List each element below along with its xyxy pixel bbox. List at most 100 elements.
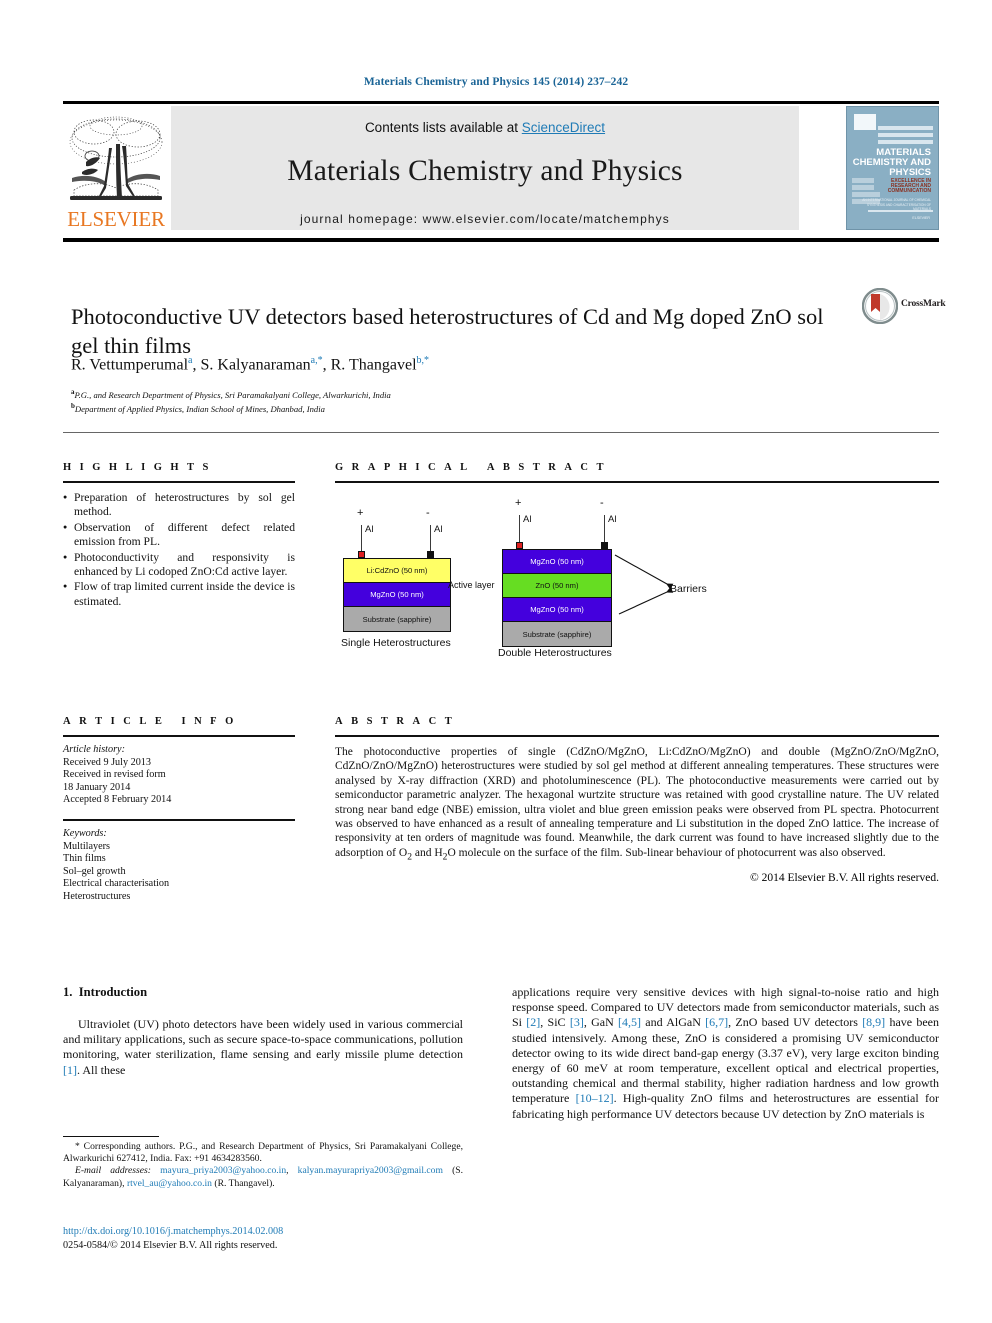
abstract-rule — [335, 735, 939, 737]
footnote-block: * Corresponding authors. P.G., and Resea… — [63, 1141, 463, 1190]
email-link-2[interactable]: kalyan.mayurapriya2003@gmail.com — [298, 1165, 443, 1176]
section-heading-introduction: 1. Introduction — [63, 985, 463, 1000]
single-layer-0: Li:CdZnO (50 nm) — [344, 559, 450, 583]
keyword-item: Thin films — [63, 853, 106, 865]
double-lead-wire-left — [519, 515, 521, 543]
article-history-item: Received in revised form — [63, 769, 166, 781]
article-page: Materials Chemistry and Physics 145 (201… — [0, 0, 992, 1323]
elsevier-logo: ELSEVIER — [64, 106, 168, 230]
crossmark-badge[interactable]: CrossMark — [862, 288, 946, 324]
abstract-column: A B S T R A C T The photoconductive prop… — [335, 700, 939, 884]
section-number: 1. — [63, 985, 73, 999]
sciencedirect-link[interactable]: ScienceDirect — [522, 120, 605, 135]
intro-paragraph-left: Ultraviolet (UV) photo detectors have be… — [63, 1017, 463, 1077]
email-addresses-label: E-mail addresses: — [75, 1165, 151, 1177]
email-owner-3: (R. Thangavel). — [214, 1177, 275, 1189]
article-history-item: Received 9 July 2013 — [63, 756, 151, 768]
single-electrode-label-right: Al — [434, 524, 443, 535]
graphical-abstract-rule — [335, 481, 939, 483]
keywords-label: Keywords: — [63, 827, 107, 839]
corresponding-author-note: * Corresponding authors. P.G., and Resea… — [63, 1141, 463, 1165]
single-lead-wire-left — [361, 525, 363, 552]
highlights-rule — [63, 481, 295, 483]
body-column-left: 1. Introduction Ultraviolet (UV) photo d… — [63, 985, 463, 1078]
crossmark-label: CrossMark — [901, 299, 946, 309]
doi-link[interactable]: http://dx.doi.org/10.1016/j.matchemphys.… — [63, 1225, 483, 1239]
single-minus-sign: - — [426, 507, 430, 519]
article-history: Article history: Received 9 July 2013 Re… — [63, 744, 295, 807]
article-info-heading: A R T I C L E I N F O — [63, 716, 237, 727]
abstract-copyright: © 2014 Elsevier B.V. All rights reserved… — [750, 871, 939, 884]
cover-publisher-mark — [854, 114, 876, 130]
cover-footer-mark: ELSEVIER — [912, 216, 930, 220]
double-electrode-label-left: Al — [523, 514, 532, 525]
email-link-1[interactable]: mayura_priya2003@yahoo.co.in — [160, 1165, 286, 1176]
elsevier-wordmark: ELSEVIER — [67, 207, 165, 231]
affiliation-text-b: Department of Applied Physics, Indian Sc… — [74, 403, 325, 414]
single-heterostructure-caption: Single Heterostructures — [341, 637, 451, 649]
elsevier-tree-icon — [69, 116, 163, 200]
double-layer-3: Substrate (sapphire) — [503, 622, 611, 646]
running-head: Materials Chemistry and Physics 145 (201… — [363, 76, 629, 88]
double-lead-wire-right — [604, 515, 606, 543]
affiliations: aP.G., and Research Department of Physic… — [71, 387, 871, 415]
list-item: Photoconductivity and responsivity is en… — [63, 550, 295, 580]
barriers-label: Barriers — [670, 583, 707, 595]
single-lead-wire-right — [430, 525, 432, 552]
single-layer-2: Substrate (sapphire) — [344, 607, 450, 631]
keywords-rule — [63, 818, 295, 821]
double-electrode-label-right: Al — [608, 514, 617, 525]
double-layer-0: MgZnO (50 nm) — [503, 550, 611, 574]
footnote-divider — [63, 1136, 159, 1138]
double-plus-sign: + — [515, 497, 522, 509]
journal-title: Materials Chemistry and Physics — [287, 155, 683, 187]
double-heterostructure-stack: MgZnO (50 nm) ZnO (50 nm) MgZnO (50 nm) … — [502, 549, 612, 647]
double-contact-pad-left — [516, 542, 523, 549]
double-layer-2: MgZnO (50 nm) — [503, 598, 611, 622]
banner-top-rule — [63, 101, 939, 104]
keyword-item: Heterostructures — [63, 890, 131, 902]
single-electrode-label-left: Al — [365, 524, 374, 535]
author-name-1: R. Vettumperumal — [71, 356, 189, 374]
issn-copyright-line: 0254-0584/© 2014 Elsevier B.V. All right… — [63, 1239, 278, 1251]
journal-homepage-link[interactable]: journal homepage: www.elsevier.com/locat… — [300, 212, 670, 226]
page-title: Photoconductive UV detectors based heter… — [71, 304, 824, 359]
single-plus-sign: + — [357, 507, 364, 519]
double-heterostructure-caption: Double Heterostructures — [498, 647, 612, 659]
article-history-item: 18 January 2014 — [63, 781, 131, 793]
body-column-right: applications require very sensitive devi… — [512, 985, 939, 1122]
author-marks-3: b,* — [416, 355, 430, 366]
list-item: Observation of different defect related … — [63, 520, 295, 550]
author-marks-1: a — [188, 355, 193, 366]
affiliation-b: bDepartment of Applied Physics, Indian S… — [71, 401, 871, 415]
cover-tiny-line1: AN INTERNATIONAL JOURNAL OF CHEMICAL — [862, 198, 931, 202]
journal-cover-thumbnail: MATERIALS CHEMISTRY AND PHYSICS EXCELLEN… — [846, 106, 939, 230]
banner-bottom-rule — [63, 238, 939, 242]
keyword-item: Multilayers — [63, 840, 110, 852]
contents-available-line: Contents lists available at ScienceDirec… — [365, 120, 605, 135]
single-contact-pad-right — [427, 551, 434, 558]
crossmark-icon — [862, 288, 898, 324]
journal-banner: Contents lists available at ScienceDirec… — [171, 106, 799, 230]
abstract-text: The photoconductive properties of single… — [335, 746, 939, 863]
double-contact-pad-right — [601, 542, 608, 549]
active-layer-label: Active layer — [448, 580, 495, 590]
highlights-heading: H I G H L I G H T S — [63, 462, 212, 473]
graphical-abstract-column: G R A P H I C A L A B S T R A C T + - Al… — [335, 446, 939, 687]
abstract-heading: A B S T R A C T — [335, 716, 455, 727]
affiliation-a: aP.G., and Research Department of Physic… — [71, 387, 871, 401]
cover-title-line3: PHYSICS — [889, 167, 931, 178]
cover-sub-line3: COMMUNICATION — [887, 188, 931, 194]
keyword-item: Sol–gel growth — [63, 865, 126, 877]
keyword-item: Electrical characterisation — [63, 878, 170, 890]
list-item: Flow of trap limited current inside the … — [63, 579, 295, 609]
email-link-3[interactable]: rtvel_au@yahoo.co.in — [127, 1178, 212, 1189]
graphical-abstract-heading: G R A P H I C A L A B S T R A C T — [335, 462, 607, 473]
article-history-item: Accepted 8 February 2014 — [63, 794, 172, 806]
author-name-3: R. Thangavel — [330, 356, 417, 374]
author-marks-2: a,* — [310, 355, 323, 366]
barriers-callout-arrows — [614, 554, 674, 615]
section-title: Introduction — [78, 985, 148, 999]
single-heterostructure-stack: Li:CdZnO (50 nm) MgZnO (50 nm) Substrate… — [343, 558, 451, 632]
double-minus-sign: - — [600, 497, 604, 509]
